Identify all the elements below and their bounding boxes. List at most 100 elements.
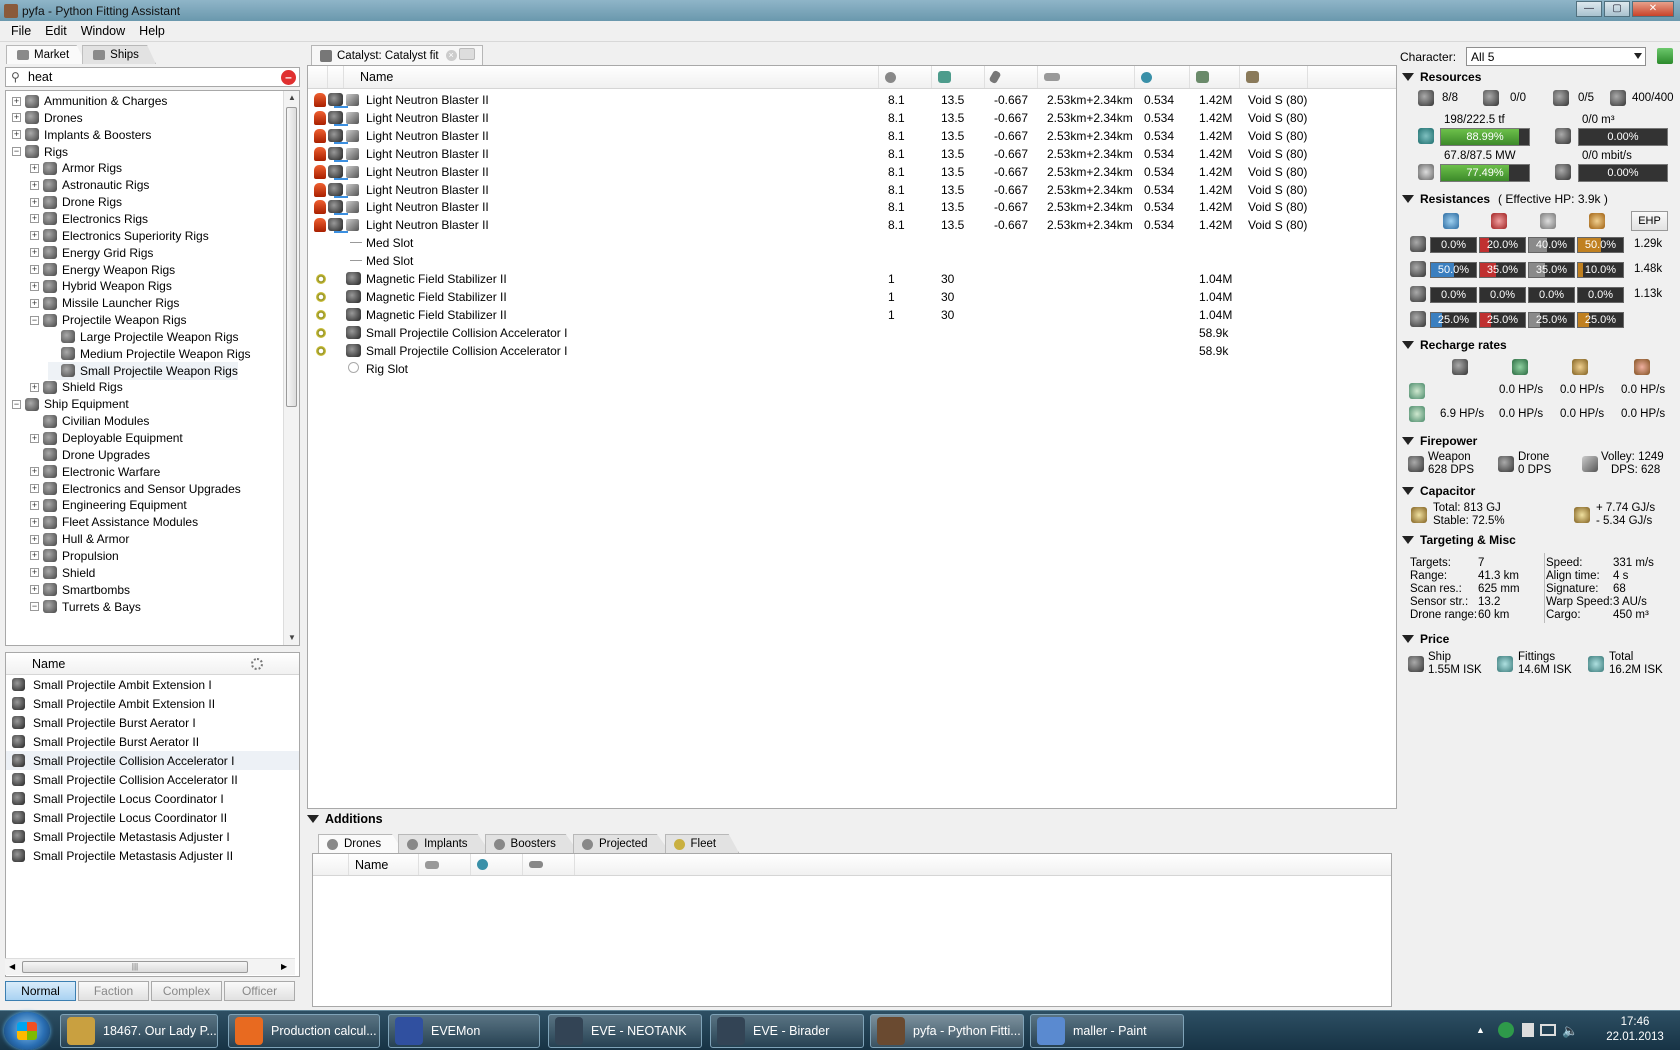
tree-node[interactable]: + Energy Grid Rigs	[30, 244, 153, 262]
tree-node[interactable]: Civilian Modules	[30, 412, 149, 430]
fit-row[interactable]: Light Neutron Blaster II 8.1 13.5 -0.667 2.5…	[308, 90, 1396, 109]
items-name-header[interactable]: Name	[6, 657, 65, 671]
tree-expander-icon[interactable]: +	[30, 231, 39, 241]
powergrid-column[interactable]	[932, 66, 985, 88]
items-hscrollbar[interactable]: ◀ ||| ▶	[5, 958, 295, 975]
capacitor-header[interactable]: Capacitor	[1402, 484, 1475, 498]
drone-state-column[interactable]	[313, 854, 349, 875]
volume-icon[interactable]: 🔈	[1562, 1023, 1578, 1039]
heat-column[interactable]	[328, 66, 344, 88]
scroll-down-icon[interactable]: ▼	[287, 633, 297, 643]
list-item[interactable]: Small Projectile Locus Coordinator II	[6, 808, 299, 827]
clock[interactable]: 17:46 22.01.2013	[1596, 1015, 1674, 1045]
tree-node[interactable]: + Missile Launcher Rigs	[30, 294, 179, 312]
tray-expand-icon[interactable]: ▲	[1476, 1025, 1485, 1035]
taskbar-button[interactable]: pyfa - Python Fitti...	[870, 1014, 1024, 1048]
tree-node[interactable]: Small Projectile Weapon Rigs	[48, 361, 238, 380]
tree-expander-icon[interactable]: +	[12, 113, 21, 123]
fit-row[interactable]: Light Neutron Blaster II 8.1 13.5 -0.667 2.5…	[308, 108, 1396, 127]
tree-expander-icon[interactable]: +	[30, 382, 39, 392]
targeting-header[interactable]: Targeting & Misc	[1402, 533, 1516, 547]
tree-node[interactable]: + Shield Rigs	[30, 378, 123, 396]
overheat-icon[interactable]	[314, 218, 326, 233]
tray-app-icon[interactable]	[1498, 1022, 1514, 1038]
tree-scrollbar[interactable]: ▲ ▼	[283, 91, 299, 645]
fit-row[interactable]: Magnetic Field Stabilizer II 1 30 1.04M	[308, 305, 1396, 324]
tree-node[interactable]: + Hull & Armor	[30, 530, 129, 548]
taskbar-button[interactable]: Production calcul...	[228, 1014, 380, 1048]
close-tab-icon[interactable]: ×	[445, 50, 457, 61]
meta-complex-button[interactable]: Complex	[151, 981, 222, 1001]
tree-expander-icon[interactable]: +	[12, 96, 21, 106]
fit-row[interactable]: Magnetic Field Stabilizer II 1 30 1.04M	[308, 287, 1396, 306]
state-column[interactable]	[308, 66, 328, 88]
tree-node[interactable]: + Fleet Assistance Modules	[30, 513, 198, 531]
tree-node[interactable]: − Turrets & Bays	[30, 598, 141, 616]
tree-node[interactable]: + Electronics and Sensor Upgrades	[30, 480, 241, 498]
resistances-header[interactable]: Resistances( Effective HP: 3.9k )	[1402, 192, 1608, 206]
tree-expander-icon[interactable]: +	[30, 214, 39, 224]
tab-projected[interactable]: Projected	[572, 834, 671, 853]
tree-expander-icon[interactable]: −	[30, 315, 39, 325]
meta-faction-button[interactable]: Faction	[78, 981, 149, 1001]
drone-tracking-column[interactable]	[471, 854, 523, 875]
scroll-right-icon[interactable]: ▶	[281, 962, 287, 971]
ehp-toggle-button[interactable]: EHP	[1631, 211, 1668, 231]
list-item[interactable]: Small Projectile Ambit Extension I	[6, 675, 299, 694]
drone-name-column[interactable]: Name	[349, 854, 419, 875]
fit-row[interactable]: Light Neutron Blaster II 8.1 13.5 -0.667 2.5…	[308, 144, 1396, 163]
recharge-header[interactable]: Recharge rates	[1402, 338, 1507, 352]
meta-officer-button[interactable]: Officer	[224, 981, 295, 1001]
tree-expander-icon[interactable]: −	[30, 602, 39, 611]
meta-normal-button[interactable]: Normal	[5, 981, 76, 1001]
tree-expander-icon[interactable]: +	[30, 265, 39, 274]
additions-header[interactable]: Additions	[307, 812, 383, 826]
action-center-icon[interactable]	[1522, 1023, 1534, 1037]
tree-node[interactable]: + Drones	[12, 109, 83, 127]
capacitor-column[interactable]	[985, 66, 1038, 88]
minimize-button[interactable]: —	[1576, 1, 1602, 17]
tree-node[interactable]: + Shield	[30, 564, 95, 582]
menu-window[interactable]: Window	[74, 24, 132, 38]
tree-expander-icon[interactable]: +	[30, 281, 39, 291]
list-item[interactable]: Small Projectile Metastasis Adjuster II	[6, 846, 299, 865]
tree-node[interactable]: + Astronautic Rigs	[30, 176, 149, 194]
scroll-up-icon[interactable]: ▲	[287, 93, 297, 103]
tree-node[interactable]: + Energy Weapon Rigs	[30, 261, 175, 279]
tree-expander-icon[interactable]: +	[30, 197, 39, 207]
taskbar-button[interactable]: maller - Paint	[1030, 1014, 1184, 1048]
start-button[interactable]	[4, 1012, 50, 1050]
module-state-icon[interactable]	[316, 345, 326, 356]
tree-expander-icon[interactable]: +	[30, 517, 39, 527]
tracking-column[interactable]	[1135, 66, 1190, 88]
tab-fleet[interactable]: Fleet	[664, 834, 740, 853]
name-column[interactable]: Name	[344, 66, 879, 88]
new-tab-button[interactable]	[459, 48, 475, 60]
taskbar-button[interactable]: EVE - NEOTANK	[548, 1014, 702, 1048]
fit-row[interactable]: Med Slot	[308, 251, 1396, 270]
tree-node[interactable]: + Armor Rigs	[30, 159, 122, 177]
list-item[interactable]: Small Projectile Collision Accelerator I	[6, 751, 299, 770]
tree-node[interactable]: − Rigs	[12, 143, 68, 161]
fit-row[interactable]: Rig Slot	[308, 359, 1396, 378]
fit-row[interactable]: Light Neutron Blaster II 8.1 13.5 -0.667 2.5…	[308, 162, 1396, 181]
tree-expander-icon[interactable]: +	[30, 551, 39, 561]
fit-row[interactable]: Small Projectile Collision Accelerator I…	[308, 323, 1396, 342]
list-item[interactable]: Small Projectile Locus Coordinator I	[6, 789, 299, 808]
close-button[interactable]: ✕	[1632, 1, 1674, 17]
tree-node[interactable]: + Engineering Equipment	[30, 496, 187, 514]
taskbar-button[interactable]: EVEMon	[388, 1014, 540, 1048]
taskbar-button[interactable]: 18467. Our Lady P...	[60, 1014, 218, 1048]
character-editor-button[interactable]	[1657, 48, 1673, 64]
resources-header[interactable]: Resources	[1402, 70, 1481, 84]
overheat-icon[interactable]	[314, 146, 326, 161]
tab-implants[interactable]: Implants	[398, 834, 491, 853]
overheat-icon[interactable]	[314, 110, 326, 125]
tree-expander-icon[interactable]: +	[30, 484, 39, 494]
overheat-icon[interactable]	[314, 182, 326, 197]
fit-row[interactable]: Magnetic Field Stabilizer II 1 30 1.04M	[308, 269, 1396, 288]
list-item[interactable]: Small Projectile Metastasis Adjuster I	[6, 827, 299, 846]
fit-row[interactable]: Med Slot	[308, 233, 1396, 252]
tree-expander-icon[interactable]: +	[30, 180, 39, 190]
fit-row[interactable]: Small Projectile Collision Accelerator I…	[308, 341, 1396, 360]
